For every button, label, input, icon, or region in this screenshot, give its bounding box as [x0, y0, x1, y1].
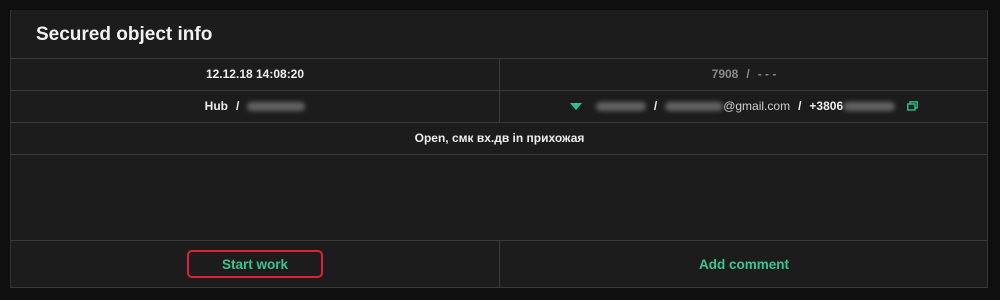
- email-domain: @gmail.com: [723, 99, 791, 113]
- start-work-button[interactable]: Start work: [187, 250, 323, 278]
- copy-icon[interactable]: [907, 101, 919, 111]
- event-description: Open, смк вх.дв in прихожая: [414, 131, 585, 145]
- add-comment-button[interactable]: Add comment: [500, 241, 988, 287]
- object-code-extra: - - -: [757, 67, 777, 81]
- email-local-redacted: [665, 101, 724, 111]
- object-code: 7908: [711, 67, 739, 81]
- hub-cell: Hub /: [11, 90, 499, 122]
- hub-id-redacted: [247, 101, 306, 111]
- separator: /: [235, 99, 240, 113]
- hub-label: Hub: [204, 99, 228, 113]
- event-datetime: 12.12.18 14:08:20: [205, 67, 305, 81]
- event-description-cell: Open, смк вх.дв in прихожая: [11, 122, 988, 154]
- divider: [11, 287, 987, 288]
- phone-prefix: +3806: [809, 99, 844, 113]
- user-name-redacted: [595, 101, 646, 111]
- separator: /: [746, 67, 750, 81]
- separator: /: [798, 99, 802, 113]
- user-cell: / @gmail.com / +3806: [500, 90, 988, 122]
- object-code-cell: 7908 / - - -: [500, 58, 988, 90]
- triangle-down-icon[interactable]: [569, 102, 582, 110]
- phone-number-redacted: [843, 101, 896, 111]
- panel-title: Secured object info: [36, 24, 213, 45]
- separator: /: [653, 99, 658, 113]
- divider: [11, 154, 987, 155]
- event-datetime-cell: 12.12.18 14:08:20: [11, 58, 499, 90]
- secured-object-panel: Secured object info 12.12.18 14:08:20 79…: [10, 10, 988, 288]
